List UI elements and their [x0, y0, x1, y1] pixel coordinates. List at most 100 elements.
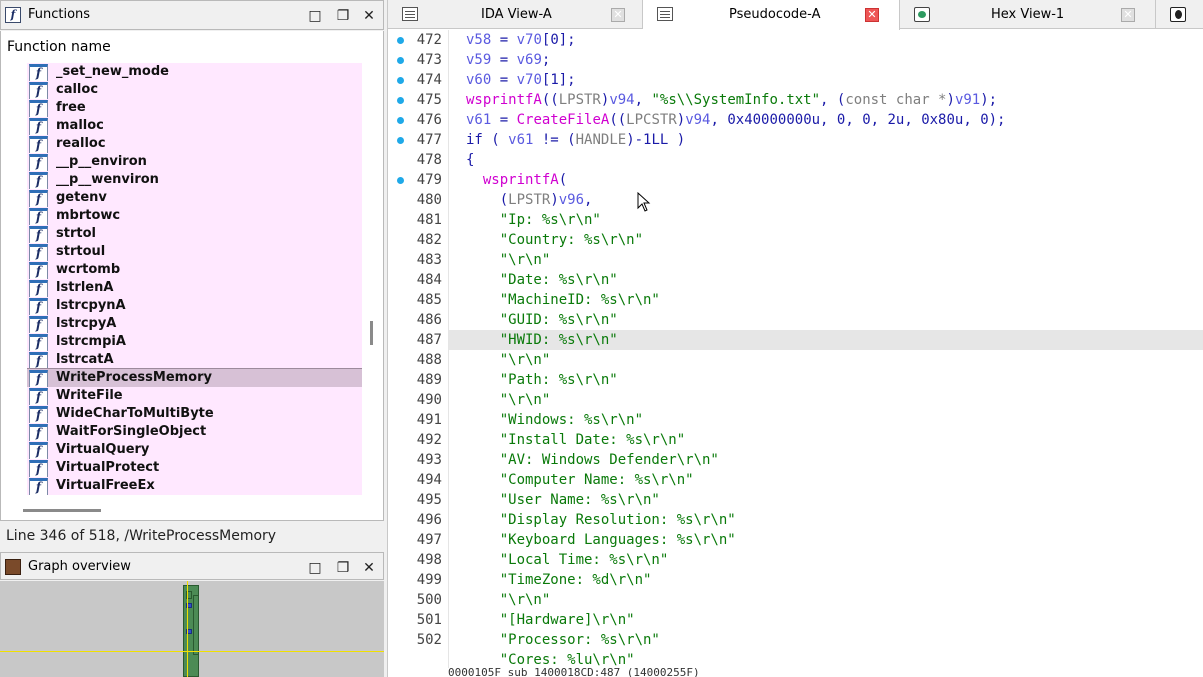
restore-button[interactable]: ❐: [334, 7, 352, 25]
breakpoint-dot-icon[interactable]: [397, 177, 404, 184]
tab-label: IDA View-A: [481, 7, 552, 22]
code-line[interactable]: 485 "MachineID: %s\r\n": [388, 290, 1203, 310]
code-line[interactable]: 502 "Processor: %s\r\n": [388, 630, 1203, 650]
graph-restore-button[interactable]: ❐: [334, 559, 352, 577]
line-number: 492: [416, 432, 442, 448]
function-list-item[interactable]: f WideCharToMultiByte: [27, 405, 362, 423]
function-list-item[interactable]: f VirtualFreeEx: [27, 477, 362, 495]
function-name: free: [56, 100, 86, 115]
breakpoint-dot-icon[interactable]: [397, 37, 404, 44]
code-text-area: "Ip: %s\r\n": [448, 210, 1203, 230]
breakpoint-dot-icon[interactable]: [397, 97, 404, 104]
function-list-item[interactable]: f lstrlenA: [27, 279, 362, 297]
pseudocode-editor[interactable]: 472 v58 = v70[0]; 473 v59 = v69; 474 v60 = v7…: [388, 30, 1203, 668]
function-list-item[interactable]: f lstrcpynA: [27, 297, 362, 315]
tab-close-icon[interactable]: ✕: [611, 8, 625, 22]
breakpoint-dot-icon[interactable]: [397, 137, 404, 144]
function-list-item[interactable]: f realloc: [27, 135, 362, 153]
function-list-item[interactable]: f WaitForSingleObject: [27, 423, 362, 441]
code-line[interactable]: 492 "Install Date: %s\r\n": [388, 430, 1203, 450]
function-list-item[interactable]: f VirtualQuery: [27, 441, 362, 459]
code-token: "[Hardware]\r\n": [499, 612, 635, 628]
code-line[interactable]: 495 "User Name: %s\r\n": [388, 490, 1203, 510]
breakpoint-dot-icon[interactable]: [397, 77, 404, 84]
code-line[interactable]: 494 "Computer Name: %s\r\n": [388, 470, 1203, 490]
maximize-button[interactable]: □: [306, 7, 324, 25]
tab-close-icon[interactable]: ✕: [1121, 8, 1135, 22]
function-list-item[interactable]: f __p__environ: [27, 153, 362, 171]
function-list-item[interactable]: f calloc: [27, 81, 362, 99]
function-list-item[interactable]: f _set_new_mode: [27, 63, 362, 81]
code-line[interactable]: 482 "Country: %s\r\n": [388, 230, 1203, 250]
code-line[interactable]: 473 v59 = v69;: [388, 50, 1203, 70]
code-line[interactable]: 496 "Display Resolution: %s\r\n": [388, 510, 1203, 530]
tab-extra[interactable]: [1156, 0, 1203, 29]
function-list-item[interactable]: f lstrcpyA: [27, 315, 362, 333]
line-number: 475: [416, 92, 442, 108]
right-pane: IDA View-A ✕ Pseudocode-A ✕ Hex View-1 ✕…: [387, 0, 1203, 677]
tab-pseudocode-a[interactable]: Pseudocode-A ✕: [643, 0, 900, 30]
line-number: 474: [416, 72, 442, 88]
tab-ida-view-a[interactable]: IDA View-A ✕: [388, 0, 643, 29]
line-number: 494: [416, 472, 442, 488]
code-line[interactable]: 484 "Date: %s\r\n": [388, 270, 1203, 290]
column-header-function-name[interactable]: Function name: [7, 39, 111, 55]
code-line[interactable]: 474 v60 = v70[1];: [388, 70, 1203, 90]
code-line[interactable]: 489 "Path: %s\r\n": [388, 370, 1203, 390]
code-line[interactable]: 481 "Ip: %s\r\n": [388, 210, 1203, 230]
function-list-item[interactable]: f malloc: [27, 117, 362, 135]
functions-list[interactable]: Function name f _set_new_mode f calloc f free…: [0, 31, 384, 521]
code-line[interactable]: 480 (LPSTR)v96,: [388, 190, 1203, 210]
code-text-area: v60 = v70[1];: [448, 70, 1203, 90]
graph-overview-canvas[interactable]: [0, 581, 384, 677]
function-list-item[interactable]: f strtol: [27, 225, 362, 243]
code-line[interactable]: 493 "AV: Windows Defender\r\n": [388, 450, 1203, 470]
function-list-item[interactable]: f VirtualProtect: [27, 459, 362, 477]
breakpoint-dot-icon[interactable]: [397, 57, 404, 64]
code-line[interactable]: 491 "Windows: %s\r\n": [388, 410, 1203, 430]
line-number: 479: [416, 172, 442, 188]
function-name: WriteFile: [56, 388, 123, 403]
function-list-item[interactable]: f getenv: [27, 189, 362, 207]
code-line[interactable]: 498 "Local Time: %s\r\n": [388, 550, 1203, 570]
function-list-item[interactable]: f mbrtowc: [27, 207, 362, 225]
code-text: "HWID: %s\r\n": [500, 330, 618, 350]
code-line[interactable]: 499 "TimeZone: %d\r\n": [388, 570, 1203, 590]
code-line[interactable]: 483 "\r\n": [388, 250, 1203, 270]
code-line[interactable]: 479 wsprintfA(: [388, 170, 1203, 190]
vertical-scrollbar-thumb[interactable]: [370, 321, 373, 345]
function-list-item[interactable]: f lstrcmpiA: [27, 333, 362, 351]
function-list-item[interactable]: f __p__wenviron: [27, 171, 362, 189]
breakpoint-dot-icon[interactable]: [397, 117, 404, 124]
code-line[interactable]: 477 if ( v61 != (HANDLE)-1LL ): [388, 130, 1203, 150]
code-line[interactable]: 476 v61 = CreateFileA((LPCSTR)v94, 0x4000…: [388, 110, 1203, 130]
code-line[interactable]: 501 "[Hardware]\r\n": [388, 610, 1203, 630]
code-line[interactable]: 472 v58 = v70[0];: [388, 30, 1203, 50]
function-list-item[interactable]: f wcrtomb: [27, 261, 362, 279]
code-line[interactable]: 500 "\r\n": [388, 590, 1203, 610]
code-line[interactable]: 486 "GUID: %s\r\n": [388, 310, 1203, 330]
code-token: != (: [533, 132, 576, 148]
code-line[interactable]: 488 "\r\n": [388, 350, 1203, 370]
close-button[interactable]: ✕: [360, 7, 378, 25]
tab-close-icon[interactable]: ✕: [865, 8, 879, 22]
code-line[interactable]: 478 {: [388, 150, 1203, 170]
tab-hex-view-1[interactable]: Hex View-1 ✕: [900, 0, 1156, 29]
code-text: v61 = CreateFileA((LPCSTR)v94, 0x4000000…: [466, 110, 1006, 130]
graph-maximize-button[interactable]: □: [306, 559, 324, 577]
function-list-item[interactable]: f free: [27, 99, 362, 117]
graph-close-button[interactable]: ✕: [360, 559, 378, 577]
horizontal-scrollbar-thumb[interactable]: [23, 509, 101, 512]
code-line[interactable]: 487 "HWID: %s\r\n": [388, 330, 1203, 350]
code-text-area: "Computer Name: %s\r\n": [448, 470, 1203, 490]
code-token: =: [491, 72, 517, 88]
line-number: 477: [416, 132, 442, 148]
code-line[interactable]: 475 wsprintfA((LPSTR) v94, "%s\\SystemInfo…: [388, 90, 1203, 110]
code-line[interactable]: 490 "\r\n": [388, 390, 1203, 410]
code-line[interactable]: 497 "Keyboard Languages: %s\r\n": [388, 530, 1203, 550]
function-list-item[interactable]: f WriteProcessMemory: [27, 368, 362, 388]
function-list-item[interactable]: f WriteFile: [27, 387, 362, 405]
function-list-item[interactable]: f lstrcatA: [27, 351, 362, 369]
function-icon: f: [29, 442, 48, 459]
function-list-item[interactable]: f strtoul: [27, 243, 362, 261]
